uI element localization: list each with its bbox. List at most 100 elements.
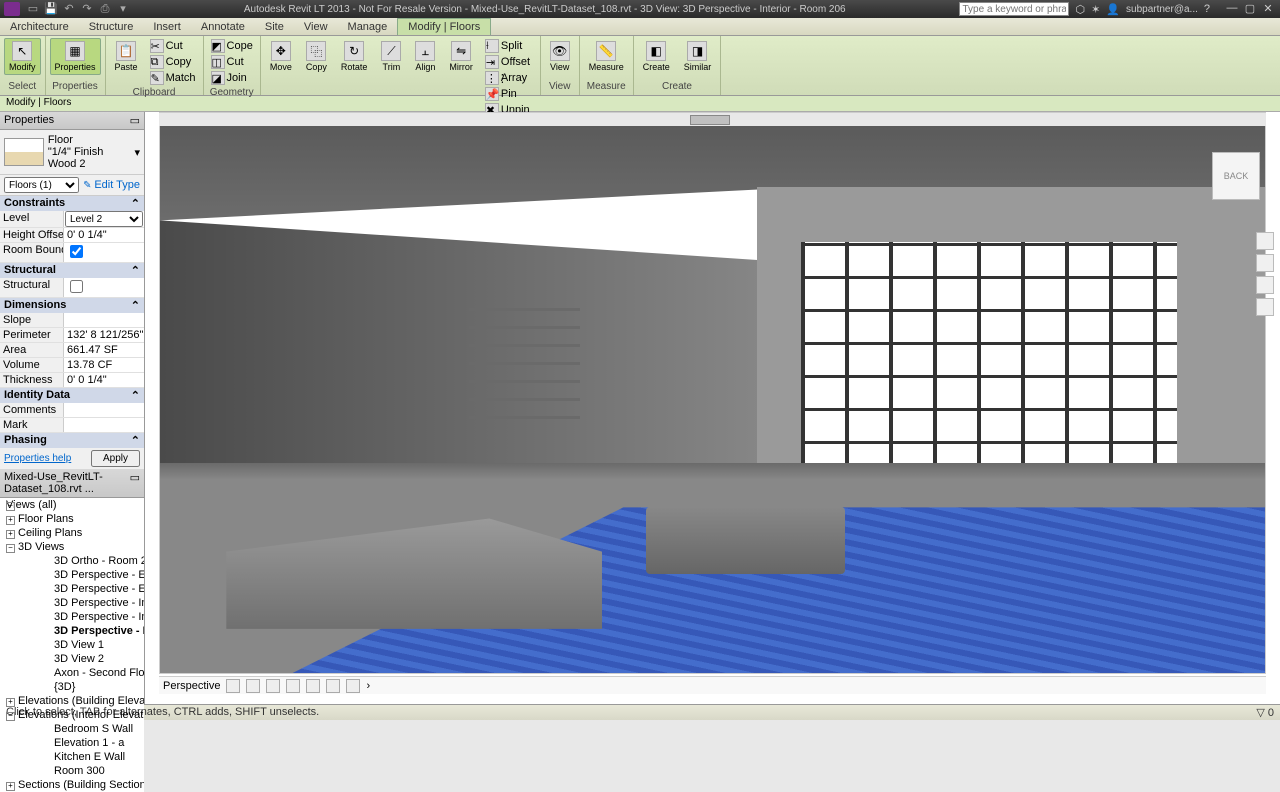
similar-button[interactable]: ◨Similar [679, 38, 717, 75]
sun-path-icon[interactable] [266, 679, 280, 693]
tab-view[interactable]: View [294, 18, 338, 35]
array-button[interactable]: ⋮⋮Array [482, 70, 536, 86]
prop-value[interactable]: 13.78 CF [64, 358, 144, 372]
tab-insert[interactable]: Insert [143, 18, 191, 35]
prop-value-select[interactable]: Level 2 [65, 211, 143, 227]
tree-node[interactable]: Floor Plans [0, 512, 144, 526]
browser-close-icon[interactable]: ▭ [130, 471, 140, 495]
trim-button[interactable]: ⟋Trim [376, 38, 406, 75]
cope-button[interactable]: ◩Cope [208, 38, 256, 54]
filter-icon[interactable]: ▽ 0 [1256, 706, 1274, 719]
tree-leaf[interactable]: 3D Perspective - Interi [0, 624, 144, 638]
tree-leaf[interactable]: 3D View 1 [0, 638, 144, 652]
tree-leaf[interactable]: {3D} [0, 680, 144, 694]
pin-button[interactable]: 📌Pin [482, 86, 536, 102]
join-button[interactable]: ◪Join [208, 70, 256, 86]
measure-button[interactable]: 📏Measure [584, 38, 629, 75]
redo-icon[interactable]: ↷ [80, 2, 94, 16]
tab-annotate[interactable]: Annotate [191, 18, 255, 35]
tree-leaf[interactable]: 3D View 2 [0, 652, 144, 666]
rotate-button[interactable]: ↻Rotate [336, 38, 373, 75]
align-button[interactable]: ⫠Align [410, 38, 440, 75]
tree-leaf[interactable]: Axon - Second Floor [0, 666, 144, 680]
properties-close-icon[interactable]: ▭ [130, 114, 140, 127]
properties-button[interactable]: ▦Properties [50, 38, 101, 75]
scale-label[interactable]: Perspective [163, 680, 220, 692]
move-button[interactable]: ✥Move [265, 38, 297, 75]
prop-group-identity-data[interactable]: Identity Data⌃ [0, 388, 144, 403]
create-button[interactable]: ◧Create [638, 38, 675, 75]
detail-level-icon[interactable] [226, 679, 240, 693]
close-button[interactable]: ✕ [1260, 2, 1276, 16]
pan-icon[interactable] [1256, 276, 1274, 294]
tab-manage[interactable]: Manage [338, 18, 398, 35]
tree-leaf[interactable]: Room 300 [0, 764, 144, 778]
signin-icon[interactable]: 👤 [1106, 3, 1120, 16]
modify-button[interactable]: ↖Modify [4, 38, 41, 75]
tab-architecture[interactable]: Architecture [0, 18, 79, 35]
print-icon[interactable]: ⎙ [98, 2, 112, 16]
tree-leaf[interactable]: Bedroom S Wall [0, 722, 144, 736]
prop-group-constraints[interactable]: Constraints⌃ [0, 196, 144, 211]
prop-value[interactable] [64, 418, 144, 432]
home-icon[interactable] [1256, 232, 1274, 250]
exchange-icon[interactable]: ✶ [1091, 3, 1100, 16]
tree-node[interactable]: Sections (Building Section) [0, 778, 144, 792]
apply-button[interactable]: Apply [91, 450, 140, 467]
type-dropdown-icon[interactable]: ▾ [134, 146, 140, 159]
tree-node[interactable]: 3D Views [0, 540, 144, 554]
mirror-button[interactable]: ⇋Mirror [444, 38, 478, 75]
copy-button[interactable]: ⿻Copy [301, 38, 332, 75]
prop-value-check[interactable] [70, 280, 83, 293]
copy-button[interactable]: ⧉Copy [147, 54, 199, 70]
lock-view-icon[interactable] [346, 679, 360, 693]
edit-type-button[interactable]: ✎ Edit Type [83, 179, 140, 191]
crop-region-icon[interactable] [326, 679, 340, 693]
wheel-icon[interactable] [1256, 254, 1274, 272]
offset-button[interactable]: ⇥Offset [482, 54, 536, 70]
tree-node[interactable]: Views (all) [0, 498, 144, 512]
tree-leaf[interactable]: 3D Ortho - Room 206 [0, 554, 144, 568]
tab-site[interactable]: Site [255, 18, 294, 35]
split-button[interactable]: ⟊Split [482, 38, 536, 54]
zoom-icon[interactable] [1256, 298, 1274, 316]
cut-button[interactable]: ◫Cut [208, 54, 256, 70]
prop-group-structural[interactable]: Structural⌃ [0, 263, 144, 278]
save-icon[interactable]: 💾 [44, 2, 58, 16]
tree-leaf[interactable]: 3D Perspective - Exterio [0, 568, 144, 582]
tab-structure[interactable]: Structure [79, 18, 144, 35]
undo-icon[interactable]: ↶ [62, 2, 76, 16]
shadows-icon[interactable] [286, 679, 300, 693]
tree-node[interactable]: Ceiling Plans [0, 526, 144, 540]
prop-value[interactable] [64, 403, 144, 417]
viewcube[interactable]: BACK [1212, 152, 1260, 200]
search-input[interactable] [959, 2, 1069, 16]
paste-button[interactable]: 📋Paste [110, 38, 143, 75]
prop-group-phasing[interactable]: Phasing⌃ [0, 433, 144, 448]
view-button[interactable]: 👁View [545, 38, 575, 75]
tree-leaf[interactable]: 3D Perspective - Interior [0, 610, 144, 624]
visual-style-icon[interactable] [246, 679, 260, 693]
prop-value[interactable]: 132' 8 121/256" [64, 328, 144, 342]
qat-dropdown-icon[interactable]: ▾ [116, 2, 130, 16]
prop-value[interactable] [64, 313, 144, 327]
prop-value[interactable]: 0' 0 1/4" [64, 373, 144, 387]
tree-node[interactable]: Elevations (Building Elevatio [0, 694, 144, 708]
tree-leaf[interactable]: 3D Perspective - Exterior [0, 582, 144, 596]
prop-value[interactable]: 661.47 SF [64, 343, 144, 357]
open-icon[interactable]: ▭ [26, 2, 40, 16]
prop-group-dimensions[interactable]: Dimensions⌃ [0, 298, 144, 313]
maximize-button[interactable]: ▢ [1242, 2, 1258, 16]
tree-leaf[interactable]: Elevation 1 - a [0, 736, 144, 750]
subscription-icon[interactable]: ⬡ [1075, 3, 1085, 16]
instance-selector[interactable]: Floors (1) [4, 177, 79, 193]
tree-leaf[interactable]: Kitchen E Wall [0, 750, 144, 764]
cut-button[interactable]: ✂Cut [147, 38, 199, 54]
horizontal-scrollbar[interactable] [159, 112, 1266, 126]
tab-modify-floors[interactable]: Modify | Floors [397, 18, 491, 35]
help-icon[interactable]: ? [1204, 3, 1210, 15]
match-button[interactable]: ✎Match [147, 70, 199, 86]
minimize-button[interactable]: — [1224, 2, 1240, 16]
tree-leaf[interactable]: 3D Perspective - Interior [0, 596, 144, 610]
properties-help-link[interactable]: Properties help [4, 453, 71, 464]
